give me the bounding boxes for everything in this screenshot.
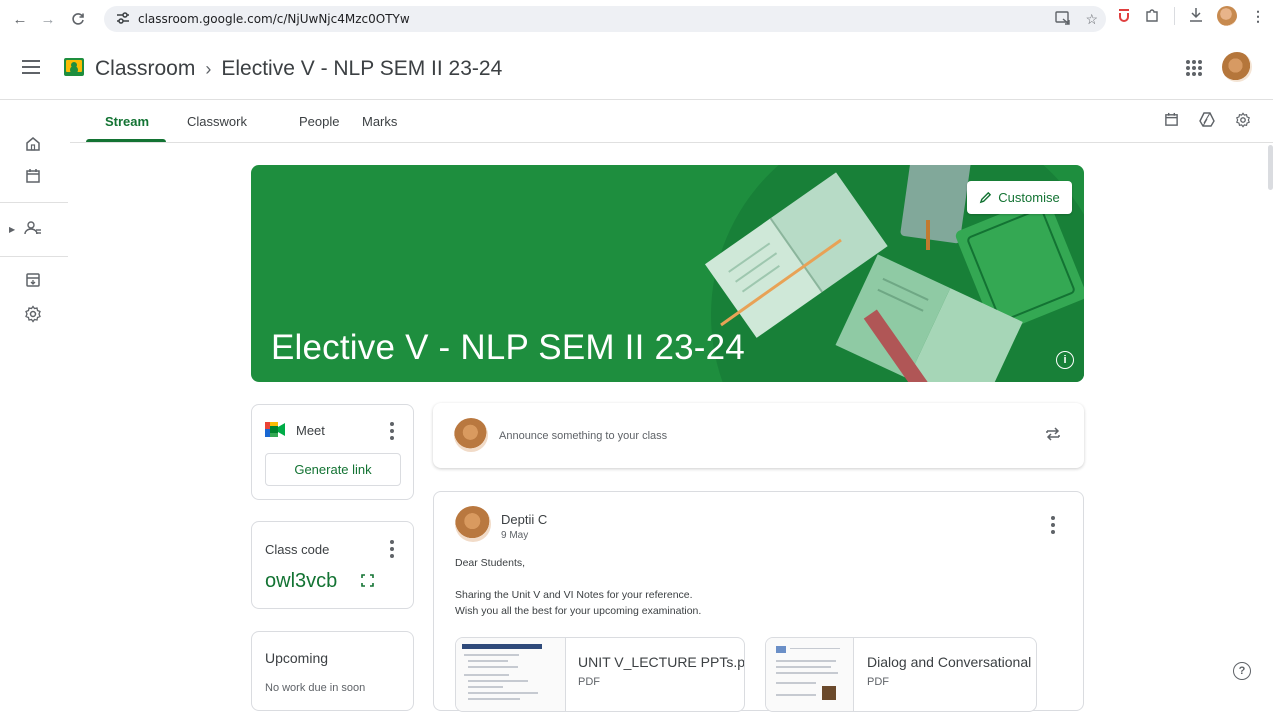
tab-classwork[interactable]: Classwork bbox=[187, 114, 247, 129]
app-header: Classroom › Elective V - NLP SEM II 23-2… bbox=[0, 38, 1273, 100]
site-settings-icon[interactable] bbox=[116, 12, 130, 26]
browser-profile-avatar[interactable] bbox=[1217, 6, 1237, 26]
pencil-icon bbox=[980, 191, 992, 204]
attachment-type: PDF bbox=[578, 676, 600, 688]
post-line: Sharing the Unit V and VI Notes for your… bbox=[455, 589, 693, 601]
address-bar[interactable]: classroom.google.com/c/NjUwNjc4Mzc0OTYw … bbox=[104, 6, 1106, 32]
generate-link-button[interactable]: Generate link bbox=[265, 453, 401, 486]
sidebar: ▶ bbox=[0, 101, 70, 691]
post-line: Wish you all the best for your upcoming … bbox=[455, 605, 702, 617]
chevron-right-icon: › bbox=[205, 58, 212, 79]
class-banner: Elective V - NLP SEM II 23-24 Customise … bbox=[251, 165, 1084, 382]
user-avatar bbox=[454, 418, 488, 452]
expand-caret-icon[interactable]: ▶ bbox=[9, 225, 15, 234]
post-more-options-icon[interactable] bbox=[1050, 516, 1056, 534]
announce-box[interactable]: Announce something to your class bbox=[433, 403, 1084, 468]
upcoming-label: Upcoming bbox=[265, 650, 329, 666]
author-avatar bbox=[455, 506, 491, 542]
tab-marks[interactable]: Marks bbox=[362, 114, 397, 129]
settings-gear-icon[interactable] bbox=[24, 305, 42, 323]
calendar-icon[interactable] bbox=[1164, 112, 1179, 132]
toolbar-divider bbox=[1174, 7, 1175, 25]
pdf-thumbnail bbox=[456, 638, 566, 711]
home-icon[interactable] bbox=[24, 135, 42, 153]
calendar-icon[interactable] bbox=[24, 167, 42, 185]
bookmark-star-icon[interactable]: ☆ bbox=[1085, 11, 1098, 28]
banner-class-title: Elective V - NLP SEM II 23-24 bbox=[271, 328, 745, 367]
reuse-post-icon[interactable] bbox=[1044, 425, 1062, 448]
browser-toolbar: ← → classroom.google.com/c/NjUwNjc4Mzc0O… bbox=[0, 0, 1273, 38]
tab-people[interactable]: People bbox=[299, 114, 339, 129]
browser-menu-icon[interactable]: ⋮ bbox=[1251, 8, 1265, 25]
upcoming-card: Upcoming No work due in soon bbox=[251, 631, 414, 711]
extensions-puzzle-icon[interactable] bbox=[1144, 7, 1160, 26]
classroom-logo[interactable] bbox=[64, 58, 84, 76]
breadcrumb-class-name[interactable]: Elective V - NLP SEM II 23-24 bbox=[221, 57, 502, 81]
class-code-card: Class code owl3vcb bbox=[251, 521, 414, 609]
download-icon[interactable] bbox=[1189, 7, 1203, 26]
class-tabs: Stream Classwork People Marks bbox=[70, 101, 1273, 143]
meet-card: Meet Generate link bbox=[251, 404, 414, 500]
back-icon[interactable]: ← bbox=[8, 7, 32, 31]
todo-extension-icon[interactable] bbox=[1118, 8, 1130, 25]
upcoming-empty-text: No work due in soon bbox=[265, 682, 366, 694]
open-in-app-icon[interactable] bbox=[1055, 11, 1071, 28]
sidebar-divider bbox=[0, 202, 68, 203]
class-code-label: Class code bbox=[265, 542, 330, 557]
breadcrumb-classroom[interactable]: Classroom bbox=[95, 57, 195, 81]
attachment-title: UNIT V_LECTURE PPTs.pdf bbox=[578, 654, 745, 670]
google-meet-icon bbox=[265, 422, 285, 437]
main-menu-icon[interactable] bbox=[22, 60, 40, 74]
forward-icon[interactable]: → bbox=[36, 7, 60, 31]
class-code-value: owl3vcb bbox=[265, 570, 338, 592]
meet-label: Meet bbox=[296, 423, 325, 438]
post-line bbox=[455, 571, 701, 587]
stream-post: Deptii C 9 May Dear Students, Sharing th… bbox=[433, 491, 1084, 712]
customise-button[interactable]: Customise bbox=[967, 181, 1072, 214]
drive-folder-icon[interactable] bbox=[1199, 112, 1215, 132]
account-avatar[interactable] bbox=[1222, 52, 1252, 82]
class-info-icon[interactable]: i bbox=[1056, 351, 1074, 369]
url-text: classroom.google.com/c/NjUwNjc4Mzc0OTYw bbox=[138, 12, 410, 26]
page-scrollbar[interactable] bbox=[1268, 145, 1273, 190]
post-body: Dear Students, Sharing the Unit V and VI… bbox=[455, 555, 701, 619]
meet-more-options-icon[interactable] bbox=[389, 422, 395, 440]
announce-placeholder[interactable]: Announce something to your class bbox=[499, 430, 667, 442]
customise-label: Customise bbox=[998, 190, 1060, 205]
class-settings-icon[interactable] bbox=[1235, 112, 1251, 132]
sidebar-divider bbox=[0, 256, 68, 257]
help-icon[interactable]: ? bbox=[1233, 662, 1251, 680]
tab-stream[interactable]: Stream bbox=[105, 114, 149, 129]
breadcrumb: Classroom › Elective V - NLP SEM II 23-2… bbox=[95, 57, 502, 81]
enrolled-people-icon[interactable] bbox=[24, 219, 42, 237]
attachment-card[interactable]: UNIT V_LECTURE PPTs.pdf PDF bbox=[455, 637, 745, 712]
fullscreen-expand-icon[interactable] bbox=[361, 574, 375, 588]
attachment-title: Dialog and Conversational ... bbox=[867, 654, 1037, 670]
active-tab-indicator bbox=[86, 139, 166, 142]
post-date: 9 May bbox=[501, 530, 529, 541]
post-line: Dear Students, bbox=[455, 557, 526, 569]
archive-icon[interactable] bbox=[24, 271, 42, 289]
class-code-more-options-icon[interactable] bbox=[389, 540, 395, 558]
reload-icon[interactable] bbox=[66, 7, 90, 31]
attachment-card[interactable]: Dialog and Conversational ... PDF bbox=[765, 637, 1037, 712]
attachment-type: PDF bbox=[867, 676, 889, 688]
pdf-thumbnail bbox=[766, 638, 854, 711]
google-apps-icon[interactable] bbox=[1186, 60, 1202, 76]
post-author: Deptii C bbox=[501, 512, 548, 527]
